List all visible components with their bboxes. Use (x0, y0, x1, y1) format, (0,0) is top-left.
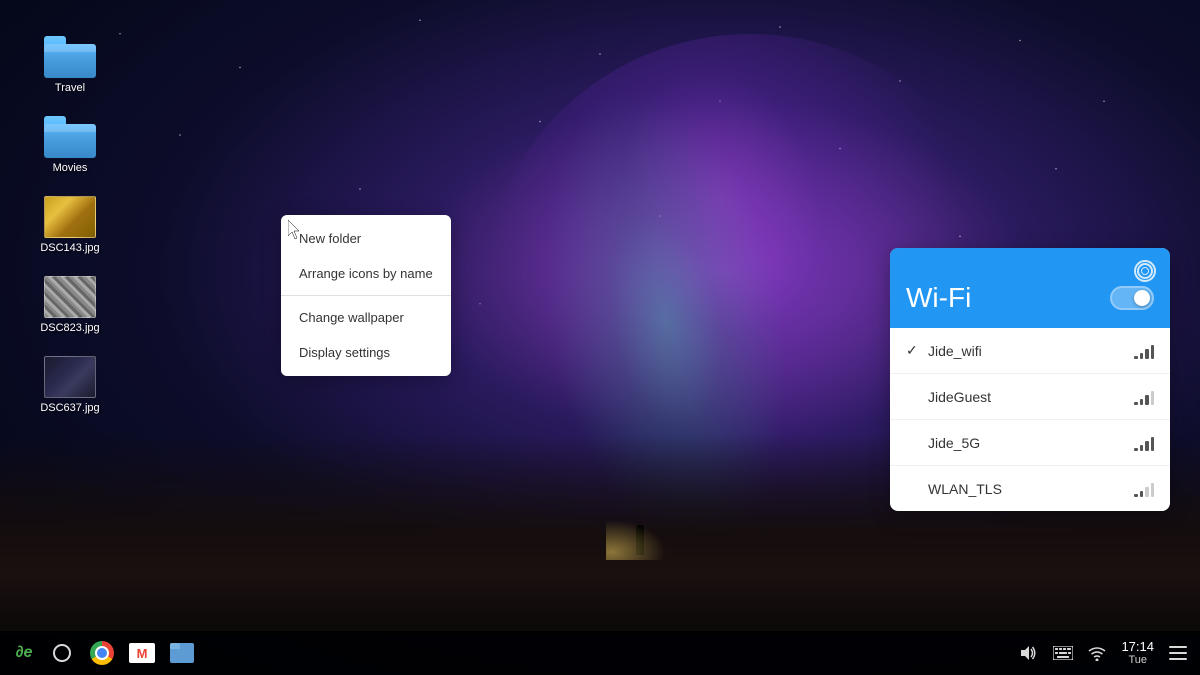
desktop-icons-container: Travel Movies DSC143.jpg DSC823.jpg DSC6… (30, 30, 110, 420)
wifi-toggle[interactable] (1110, 286, 1154, 310)
signal-icon-jide-wifi (1134, 343, 1154, 359)
home-button[interactable] (44, 635, 80, 671)
signal-bar-4 (1151, 483, 1155, 497)
folder-icon-movies (44, 116, 96, 158)
files-button[interactable] (164, 635, 200, 671)
clock-time: 17:14 (1121, 639, 1154, 655)
context-menu-display-settings[interactable]: Display settings (281, 335, 451, 370)
network-name-jide-5g: Jide_5G (928, 435, 1134, 451)
menu-line-3 (1169, 658, 1187, 660)
signal-bar-1 (1134, 402, 1138, 405)
signal-bar-3 (1145, 349, 1149, 359)
folder-icon-travel (44, 36, 96, 78)
clock-day: Tue (1128, 654, 1147, 667)
wifi-networks-list: ✓ Jide_wifi ✓ JideGuest (890, 328, 1170, 511)
person-silhouette (636, 525, 644, 555)
desktop-icon-dsc823[interactable]: DSC823.jpg (30, 270, 110, 340)
jpg-thumbnail-dsc637 (44, 356, 96, 398)
network-name-jide-guest: JideGuest (928, 389, 1134, 405)
signal-bar-2 (1140, 399, 1144, 405)
menu-line-2 (1169, 652, 1187, 654)
context-menu: New folder Arrange icons by name Change … (281, 215, 451, 376)
context-menu-new-folder[interactable]: New folder (281, 221, 451, 256)
signal-icon-jide-guest (1134, 389, 1154, 405)
keyboard-button[interactable] (1049, 639, 1077, 667)
toggle-knob (1134, 290, 1150, 306)
chrome-button[interactable] (84, 635, 120, 671)
signal-icon-jide-5g (1134, 435, 1154, 451)
light-cone (606, 520, 666, 560)
icon-label-dsc637: DSC637.jpg (40, 402, 99, 414)
taskbar-left: ∂e M (8, 635, 200, 671)
jpg-thumbnail-dsc823 (44, 276, 96, 318)
wifi-network-jide-guest[interactable]: ✓ JideGuest (890, 374, 1170, 420)
wifi-network-jide-5g[interactable]: ✓ Jide_5G (890, 420, 1170, 466)
circle-icon (52, 643, 72, 663)
jpg-thumbnail-dsc143 (44, 196, 96, 238)
signal-bar-4 (1151, 437, 1155, 451)
keyboard-icon (1053, 646, 1073, 660)
wifi-panel: Wi-Fi ✓ Jide_wifi ✓ JideGuest (890, 248, 1170, 511)
signal-icon-wlan-tls (1134, 481, 1154, 497)
taskbar-right: 17:14 Tue (1015, 639, 1192, 668)
menu-line-1 (1169, 646, 1187, 648)
signal-bar-2 (1140, 491, 1144, 497)
desktop-icon-travel[interactable]: Travel (30, 30, 110, 100)
icon-label-movies: Movies (53, 162, 88, 174)
connected-checkmark: ✓ (906, 342, 924, 359)
taskbar-menu-button[interactable] (1164, 639, 1192, 667)
icon-label-travel: Travel (55, 82, 85, 94)
taskbar-wifi-button[interactable] (1083, 639, 1111, 667)
icon-label-dsc143: DSC143.jpg (40, 242, 99, 254)
wifi-header: Wi-Fi (890, 248, 1170, 328)
gmail-button[interactable]: M (124, 635, 160, 671)
signal-bar-2 (1140, 353, 1144, 359)
context-menu-divider-1 (281, 295, 451, 296)
wifi-icon (1088, 645, 1106, 661)
desktop-icon-movies[interactable]: Movies (30, 110, 110, 180)
gear-icon (1137, 263, 1153, 279)
signal-bar-1 (1134, 448, 1138, 451)
signal-bar-4 (1151, 391, 1155, 405)
network-name-wlan-tls: WLAN_TLS (928, 481, 1134, 497)
desktop-icon-dsc143[interactable]: DSC143.jpg (30, 190, 110, 260)
signal-bar-1 (1134, 356, 1138, 359)
signal-bar-1 (1134, 494, 1138, 497)
signal-bar-3 (1145, 441, 1149, 451)
volume-button[interactable] (1015, 639, 1043, 667)
chrome-icon (90, 641, 114, 665)
signal-bar-3 (1145, 395, 1149, 405)
context-menu-change-wallpaper[interactable]: Change wallpaper (281, 300, 451, 335)
wifi-title: Wi-Fi (906, 282, 1110, 314)
desktop-icon-dsc637[interactable]: DSC637.jpg (30, 350, 110, 420)
files-icon (170, 643, 194, 663)
signal-bar-2 (1140, 445, 1144, 451)
wifi-network-wlan-tls[interactable]: ✓ WLAN_TLS (890, 466, 1170, 511)
icon-label-dsc823: DSC823.jpg (40, 322, 99, 334)
context-menu-arrange-icons[interactable]: Arrange icons by name (281, 256, 451, 291)
clock-widget[interactable]: 17:14 Tue (1117, 639, 1158, 668)
wifi-settings-button[interactable] (1134, 260, 1156, 282)
desktop: Travel Movies DSC143.jpg DSC823.jpg DSC6… (0, 0, 1200, 675)
jide-logo-button[interactable]: ∂e (8, 637, 40, 669)
network-name-jide-wifi: Jide_wifi (928, 343, 1134, 359)
taskbar: ∂e M (0, 631, 1200, 675)
gmail-icon: M (137, 646, 148, 661)
signal-bar-3 (1145, 487, 1149, 497)
volume-icon (1020, 645, 1038, 661)
wifi-network-jide-wifi[interactable]: ✓ Jide_wifi (890, 328, 1170, 374)
signal-bar-4 (1151, 345, 1155, 359)
